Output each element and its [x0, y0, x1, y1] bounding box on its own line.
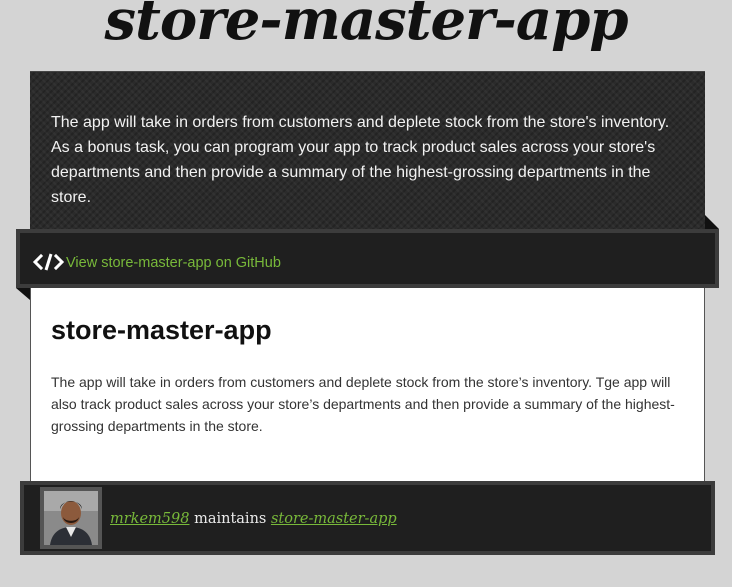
repo-name-link[interactable]: store-master-app	[271, 511, 397, 527]
ribbon-fold-left	[16, 288, 30, 300]
ribbon-fold-right	[705, 215, 719, 229]
header-panel: The app will take in orders from custome…	[30, 71, 705, 231]
header-description: The app will take in orders from custome…	[51, 114, 670, 206]
content-description: The app will take in orders from custome…	[51, 374, 675, 434]
footer-panel: mrkem598 maintains store-master-app	[20, 481, 715, 555]
maintainer-username-link[interactable]: mrkem598	[110, 511, 189, 527]
main-content: store-master-app The app will take in or…	[30, 288, 705, 488]
maintainer-line: mrkem598 maintains store-master-app	[110, 509, 397, 529]
maintains-text: maintains	[189, 511, 271, 527]
view-on-github-link[interactable]: View store-master-app on GitHub	[66, 254, 281, 272]
code-icon	[32, 252, 66, 272]
github-ribbon[interactable]: View store-master-app on GitHub	[16, 229, 719, 288]
content-title: store-master-app	[51, 315, 272, 345]
avatar[interactable]	[40, 487, 102, 549]
site-title: store-master-app	[104, 0, 628, 53]
page: store-master-app The app will take in or…	[0, 0, 732, 587]
